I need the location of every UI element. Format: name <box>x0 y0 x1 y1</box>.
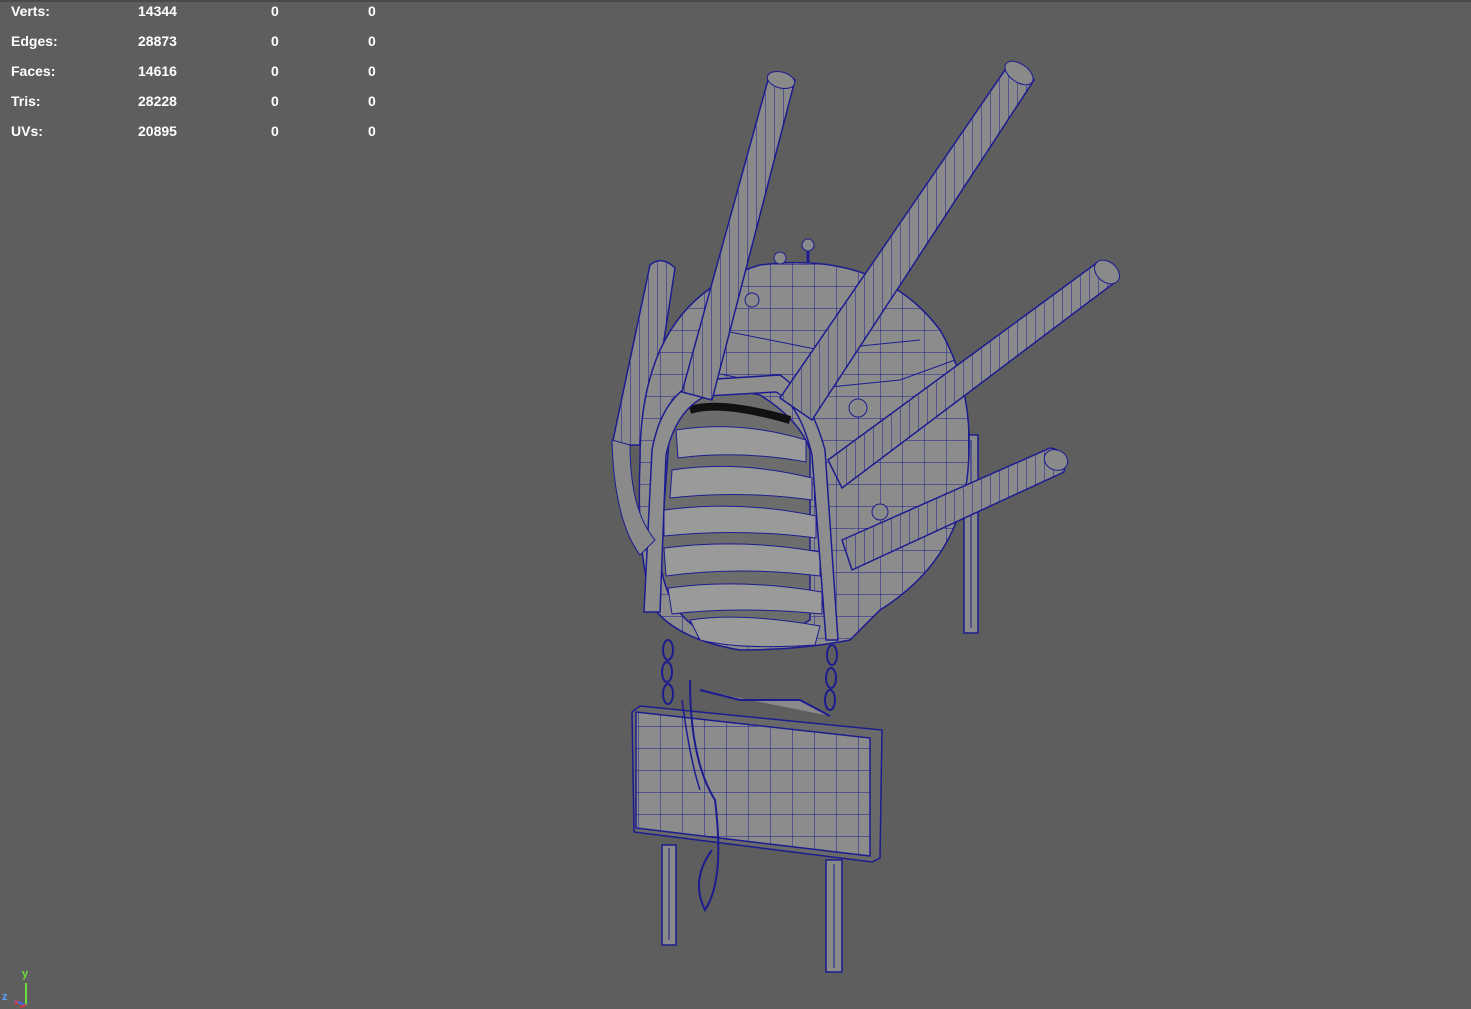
hud-value: 0 <box>368 93 376 109</box>
hud-value: 0 <box>368 3 376 19</box>
hud-value: 0 <box>271 3 279 19</box>
dangling-tags <box>661 844 843 973</box>
axis-label-x: x <box>14 997 20 1007</box>
hud-value: 0 <box>368 123 376 139</box>
hud-label: Tris: <box>11 93 41 109</box>
3d-viewport[interactable]: Verts: 14344 0 0 Edges: 28873 0 0 Faces:… <box>0 0 1471 1009</box>
hud-value: 14344 <box>138 3 177 19</box>
hud-value: 0 <box>271 123 279 139</box>
hud-label: UVs: <box>11 123 43 139</box>
hud-label: Faces: <box>11 63 56 79</box>
hud-value: 28228 <box>138 93 177 109</box>
axis-label-y: y <box>22 968 29 980</box>
hud-label: Edges: <box>11 33 58 49</box>
hud-value: 0 <box>271 33 279 49</box>
axis-label-z: z <box>2 991 8 1003</box>
helmet-model-wireframe[interactable] <box>0 0 1471 1009</box>
hud-value: 0 <box>368 63 376 79</box>
hud-value: 28873 <box>138 33 177 49</box>
hud-value: 0 <box>368 33 376 49</box>
axis-gizmo: y z x <box>0 965 40 1009</box>
hud-value: 0 <box>271 63 279 79</box>
face-guard <box>659 387 823 648</box>
hud-value: 20895 <box>138 123 177 139</box>
hud-value: 14616 <box>138 63 177 79</box>
hud-label: Verts: <box>11 3 50 19</box>
hud-value: 0 <box>271 93 279 109</box>
